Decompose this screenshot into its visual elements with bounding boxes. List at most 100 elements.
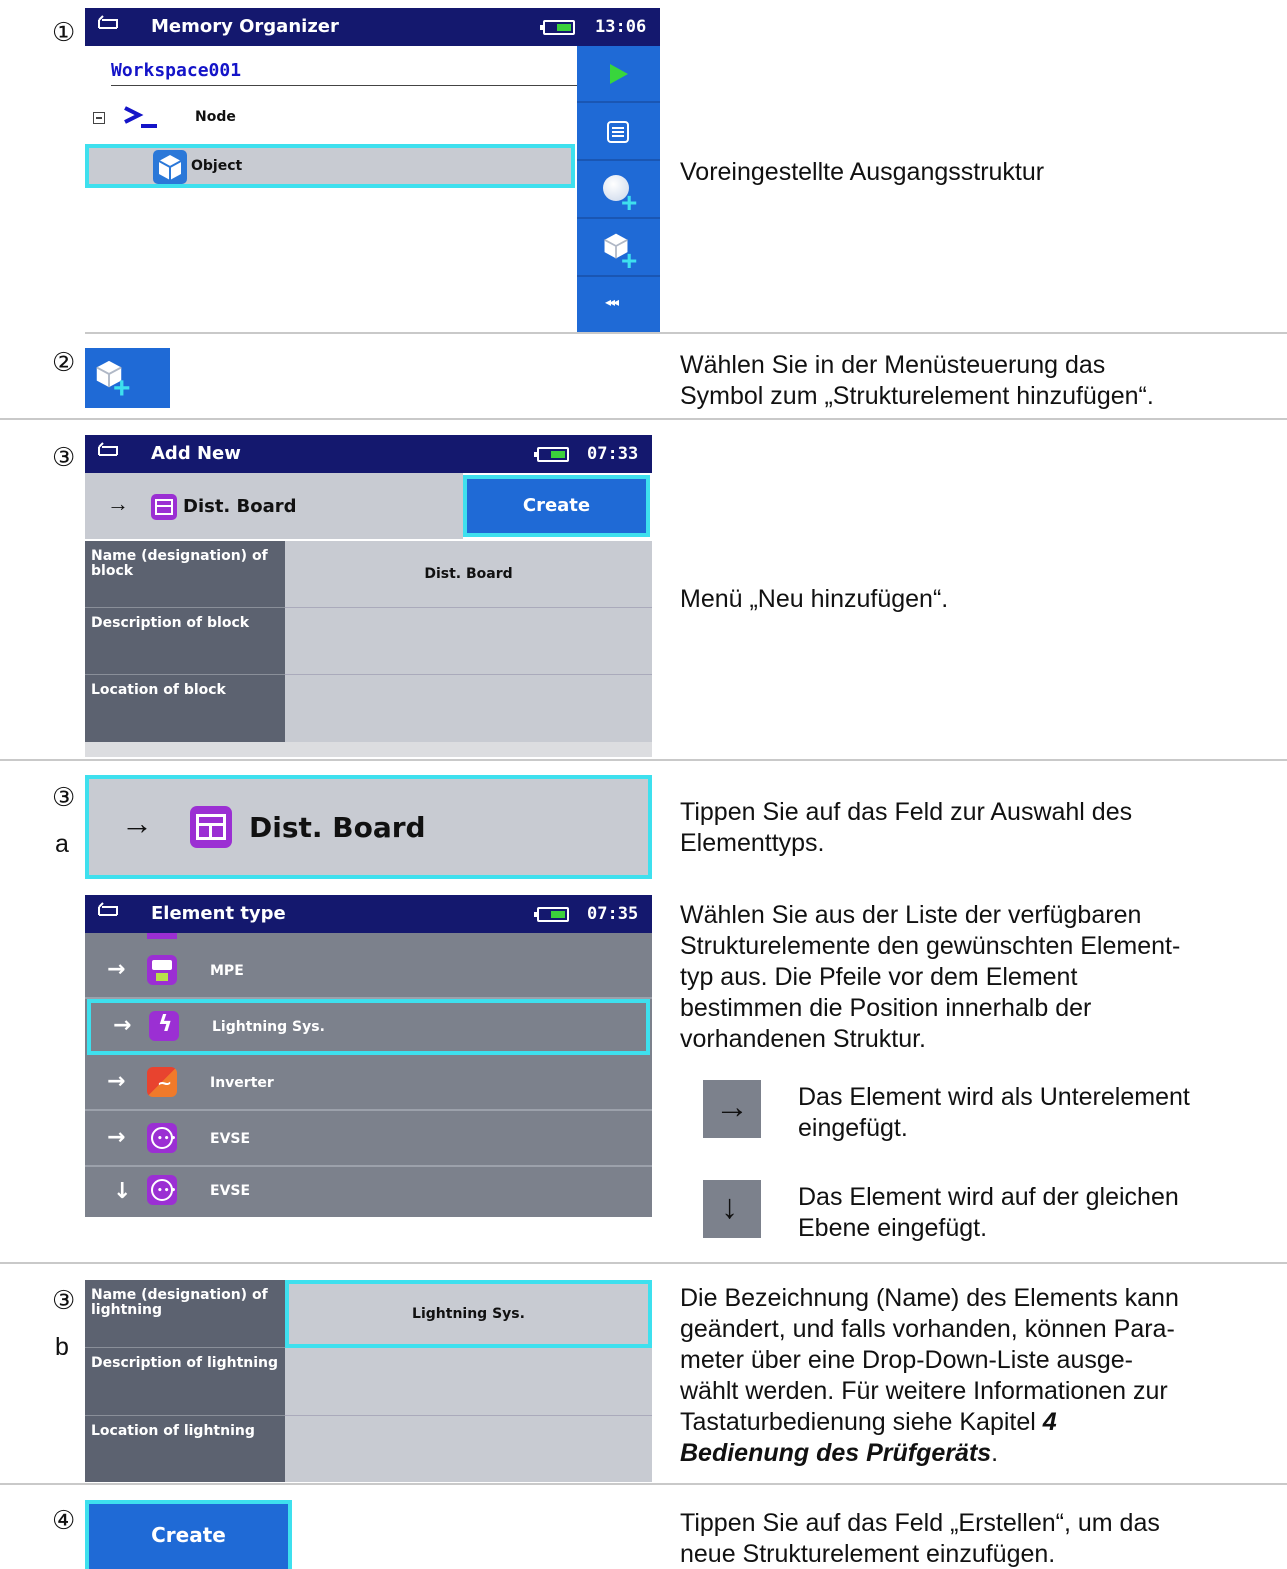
step2-description-line1: Wählen Sie in der Menüsteuerung das bbox=[680, 351, 1106, 379]
field-value-location[interactable] bbox=[285, 675, 652, 742]
list-item-evse-child[interactable]: → ••• EVSE bbox=[85, 1111, 652, 1167]
legend-sibling-line2: Ebene eingefügt. bbox=[798, 1214, 988, 1242]
element-type-screen: Element type 07:35 → MPE → ϟ Lightning S… bbox=[85, 895, 652, 1217]
field-value-description[interactable] bbox=[285, 1348, 652, 1416]
field-value-description[interactable] bbox=[285, 608, 652, 675]
field-label-location: Location of block bbox=[85, 675, 285, 742]
step4-description-2: neue Strukturelement einzufügen. bbox=[680, 1540, 1056, 1568]
step-number-1: ① bbox=[52, 18, 76, 48]
title-bar: Memory Organizer 13:06 bbox=[85, 8, 660, 46]
legend-child-line1: Das Element wird als Unterelement bbox=[798, 1083, 1190, 1111]
evse-icon: ••• bbox=[147, 1123, 177, 1153]
step-number-2: ② bbox=[52, 348, 76, 378]
create-button[interactable]: Create bbox=[463, 475, 650, 537]
step3b-description-5-text: Tastaturbedienung siehe Kapitel bbox=[680, 1408, 1043, 1436]
add-structure-button[interactable]: + bbox=[577, 219, 660, 277]
step-number-4: ④ bbox=[52, 1506, 76, 1536]
memory-organizer-screen: Memory Organizer 13:06 Workspace001 Node… bbox=[85, 8, 660, 333]
add-new-screen: Add New 07:33 → Dist. Board Create Name … bbox=[85, 435, 652, 757]
more-icon: ◂◂◂ bbox=[605, 295, 619, 309]
dist-board-icon bbox=[151, 494, 177, 520]
child-arrow-icon: → bbox=[107, 1069, 126, 1094]
step3a-list-description-5: vorhandenen Struktur. bbox=[680, 1025, 926, 1053]
list-item-mpe[interactable]: → MPE bbox=[85, 943, 652, 999]
more-options-button[interactable]: ◂◂◂ bbox=[577, 277, 660, 333]
child-arrow-icon: → bbox=[107, 491, 129, 516]
child-arrow-icon: → bbox=[121, 805, 153, 841]
legend-sibling-line1: Das Element wird auf der gleichen bbox=[798, 1183, 1179, 1211]
child-arrow-icon: → bbox=[107, 1125, 126, 1150]
dist-board-icon bbox=[190, 806, 232, 848]
list-item-label: EVSE bbox=[210, 1183, 251, 1199]
element-type-label: Dist. Board bbox=[249, 811, 426, 844]
child-arrow-icon: → bbox=[107, 957, 126, 982]
legend-arrow: ↓ bbox=[721, 1188, 738, 1226]
legend-child-arrow-icon: → bbox=[703, 1080, 761, 1138]
back-icon[interactable] bbox=[97, 901, 119, 921]
chapter-title: Bedienung des Prüfgeräts bbox=[680, 1439, 992, 1467]
screen-title: Memory Organizer bbox=[151, 16, 339, 37]
node-label[interactable]: Node bbox=[195, 109, 236, 125]
run-button[interactable] bbox=[577, 46, 660, 103]
workspace-title[interactable]: Workspace001 bbox=[111, 60, 581, 86]
evse-icon: ••• bbox=[147, 1175, 177, 1205]
step-number-3a: ③ bbox=[52, 783, 76, 813]
child-arrow-icon: → bbox=[113, 1013, 132, 1038]
add-measurement-button[interactable]: + bbox=[577, 161, 660, 219]
step3a-description-line2: Elementtyps. bbox=[680, 829, 825, 857]
add-structure-icon-large: + bbox=[85, 348, 170, 408]
mpe-icon bbox=[147, 955, 177, 985]
period: . bbox=[991, 1439, 999, 1467]
field-value-location[interactable] bbox=[285, 1416, 652, 1482]
screen-title: Add New bbox=[151, 443, 241, 464]
battery-icon bbox=[540, 20, 575, 35]
step3a-list-description-1: Wählen Sie aus der Liste der verfügbaren bbox=[680, 901, 1142, 929]
clock: 07:33 bbox=[587, 444, 639, 464]
sibling-arrow-icon: ↓ bbox=[113, 1179, 132, 1204]
list-item-inverter[interactable]: → ~ Inverter bbox=[85, 1055, 652, 1111]
collapse-icon[interactable] bbox=[93, 112, 105, 124]
step-sub-b: b bbox=[55, 1333, 69, 1361]
element-type-selector-zoom[interactable]: → Dist. Board bbox=[85, 775, 652, 879]
step3a-description-line1: Tippen Sie auf das Feld zur Auswahl des bbox=[680, 798, 1133, 826]
object-label: Object bbox=[191, 158, 243, 174]
title-bar: Element type 07:35 bbox=[85, 895, 652, 933]
field-label-description: Description of lightning bbox=[85, 1348, 285, 1416]
field-label-location: Location of lightning bbox=[85, 1416, 285, 1482]
battery-icon bbox=[534, 447, 569, 462]
clock: 07:35 bbox=[587, 904, 639, 924]
step3a-list-description-2: Strukturelemente den gewünschten Element… bbox=[680, 932, 1181, 960]
back-icon[interactable] bbox=[97, 441, 119, 461]
node-icon bbox=[121, 104, 161, 130]
step2-description-line2: Symbol zum „Strukturelement hinzufügen“. bbox=[680, 382, 1154, 410]
field-label-name: Name (designation) of lightning bbox=[85, 1280, 285, 1348]
list-icon bbox=[607, 121, 629, 143]
back-icon[interactable] bbox=[97, 14, 119, 34]
field-label-description: Description of block bbox=[85, 608, 285, 675]
object-row[interactable]: Object bbox=[85, 144, 575, 188]
battery-icon bbox=[534, 907, 569, 922]
step3-description: Menü „Neu hinzufügen“. bbox=[680, 585, 949, 613]
step-number-3: ③ bbox=[52, 443, 76, 473]
step3a-list-description-3: typ aus. Die Pfeile vor dem Element bbox=[680, 963, 1078, 991]
field-value-name-selected[interactable]: Lightning Sys. bbox=[285, 1280, 652, 1348]
list-item-lightning-selected[interactable]: → ϟ Lightning Sys. bbox=[87, 999, 650, 1055]
lightning-fields-screen: Name (designation) of lightning Lightnin… bbox=[85, 1280, 652, 1482]
step3b-description-2: geändert, und falls vorhanden, können Pa… bbox=[680, 1315, 1175, 1343]
create-button-large[interactable]: Create bbox=[85, 1500, 292, 1569]
title-bar: Add New 07:33 bbox=[85, 435, 652, 473]
screen-title: Element type bbox=[151, 903, 286, 924]
clock: 13:06 bbox=[595, 17, 647, 37]
legend-arrow: → bbox=[715, 1088, 749, 1126]
view-list-button[interactable] bbox=[577, 103, 660, 161]
field-value-name[interactable]: Dist. Board bbox=[285, 541, 652, 608]
element-type-label: Dist. Board bbox=[183, 496, 297, 517]
inverter-icon: ~ bbox=[147, 1067, 177, 1097]
step4-description-1: Tippen Sie auf das Feld „Erstellen“, um … bbox=[680, 1509, 1160, 1537]
list-item-label: Inverter bbox=[210, 1075, 274, 1091]
step3b-description-5: Tastaturbedienung siehe Kapitel 4 bbox=[680, 1407, 1057, 1438]
list-item-evse-same-level[interactable]: ↓ ••• EVSE bbox=[85, 1167, 652, 1217]
play-icon bbox=[610, 64, 628, 84]
list-item-label: MPE bbox=[210, 963, 244, 979]
element-type-selector[interactable]: → Dist. Board bbox=[85, 473, 463, 539]
